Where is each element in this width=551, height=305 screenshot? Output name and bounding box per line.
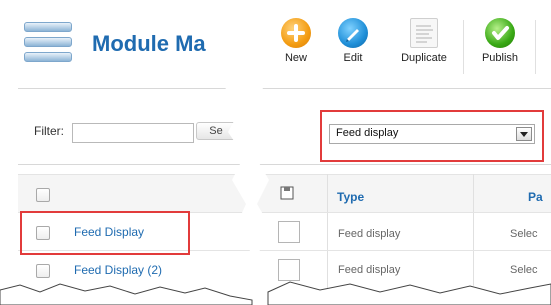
torn-edge-decoration <box>0 281 551 305</box>
type-column-header[interactable]: Type <box>337 190 364 204</box>
publish-button[interactable]: Publish <box>471 18 529 64</box>
type-cell: Feed display <box>338 228 401 240</box>
left-panel: Module Ma Filter: Se Feed Display Feed D… <box>0 0 252 300</box>
feed-display-highlight <box>20 211 190 255</box>
page-title: Module Ma <box>92 31 206 56</box>
pencil-icon <box>338 18 368 48</box>
toolbar-separator <box>463 20 464 74</box>
filter-input[interactable] <box>72 123 194 143</box>
feed-display-filter-highlight <box>320 110 544 162</box>
save-order-icon[interactable] <box>280 186 294 200</box>
filter-divider <box>18 164 252 165</box>
toolbar-separator <box>535 20 536 74</box>
edit-label: Edit <box>343 52 363 64</box>
table-header-row <box>18 174 252 213</box>
position-column-header[interactable]: Pa <box>528 190 543 204</box>
chevron-down-icon <box>249 127 258 141</box>
row-divider <box>249 250 551 251</box>
plus-icon <box>281 18 311 48</box>
select-all-checkbox[interactable] <box>36 188 50 202</box>
check-icon <box>485 18 515 48</box>
filter-label: Filter: <box>34 124 64 138</box>
search-button[interactable]: Se <box>196 122 236 140</box>
edit-button[interactable]: Edit <box>324 18 382 64</box>
duplicate-icon <box>410 18 438 48</box>
filter-divider <box>249 164 551 165</box>
row-divider <box>249 212 551 213</box>
previous-filter-select[interactable] <box>249 124 261 144</box>
order-input[interactable] <box>278 221 300 243</box>
position-cell[interactable]: Selec <box>510 228 538 240</box>
duplicate-button[interactable]: Duplicate <box>389 18 459 64</box>
publish-label: Publish <box>481 52 519 64</box>
new-label: New <box>284 52 307 64</box>
header-divider <box>249 88 551 89</box>
module-manager-logo-icon <box>24 22 72 66</box>
new-button[interactable]: New <box>267 18 325 64</box>
duplicate-label: Duplicate <box>401 52 447 64</box>
header-divider <box>18 88 252 89</box>
